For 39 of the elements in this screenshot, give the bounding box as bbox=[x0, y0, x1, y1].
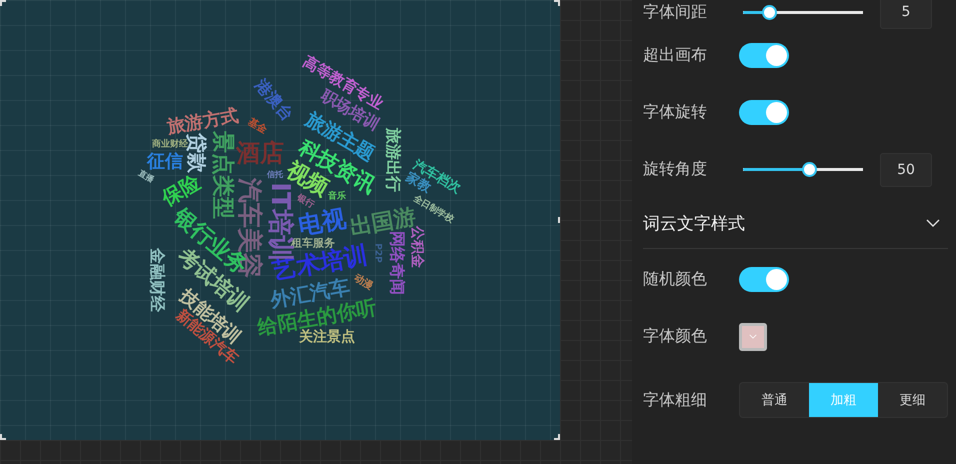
cloud-word: 金融财经 bbox=[149, 248, 165, 312]
cloud-word: 贷款 bbox=[187, 133, 207, 173]
slider-thumb[interactable] bbox=[762, 4, 778, 20]
number-field[interactable]: 5 bbox=[880, 0, 932, 29]
cloud-word: 基金 bbox=[246, 118, 268, 136]
cloud-word: 动漫 bbox=[352, 274, 374, 292]
cloud-word: 征信 bbox=[147, 153, 183, 171]
caret-icon bbox=[749, 334, 757, 339]
cloud-word: 商业财经 bbox=[152, 140, 188, 150]
toggle-switch[interactable] bbox=[739, 43, 789, 68]
resize-handle[interactable] bbox=[0, 0, 6, 6]
setting-label: 旋转角度 bbox=[643, 159, 708, 180]
weight-option[interactable]: 更细 bbox=[878, 383, 947, 417]
setting-label: 字体颜色 bbox=[643, 326, 708, 347]
cloud-word: 关注景点 bbox=[299, 330, 355, 344]
weight-option[interactable]: 普通 bbox=[740, 383, 809, 417]
chevron-icon[interactable] bbox=[926, 219, 940, 227]
cloud-word: 信托 bbox=[267, 171, 283, 179]
cloud-word: 酒店 bbox=[236, 141, 284, 165]
cloud-word: 直播 bbox=[137, 170, 155, 184]
setting-label: 随机颜色 bbox=[643, 269, 708, 290]
section-title: 词云文字样式 bbox=[643, 212, 745, 234]
setting-label: 字体间距 bbox=[643, 2, 708, 22]
resize-handle[interactable] bbox=[0, 434, 6, 440]
slider-thumb[interactable] bbox=[802, 162, 817, 177]
cloud-word: 旅游出行 bbox=[385, 128, 401, 192]
cloud-word: 景点类型 bbox=[211, 131, 233, 219]
setting-label: 字体粗细 bbox=[643, 390, 708, 410]
resize-handle[interactable] bbox=[554, 434, 560, 440]
toggle-switch[interactable] bbox=[739, 100, 789, 125]
setting-label: 超出画布 bbox=[643, 45, 708, 66]
setting-label: 字体旋转 bbox=[643, 102, 708, 123]
color-picker[interactable] bbox=[739, 322, 767, 350]
resize-handle[interactable] bbox=[554, 0, 560, 6]
toggle-switch[interactable] bbox=[739, 267, 789, 292]
number-field[interactable]: 50 bbox=[880, 152, 932, 186]
cloud-word: P2P bbox=[372, 243, 382, 263]
resize-handle[interactable] bbox=[558, 217, 560, 223]
cloud-word: 网络奇闻 bbox=[389, 231, 405, 295]
